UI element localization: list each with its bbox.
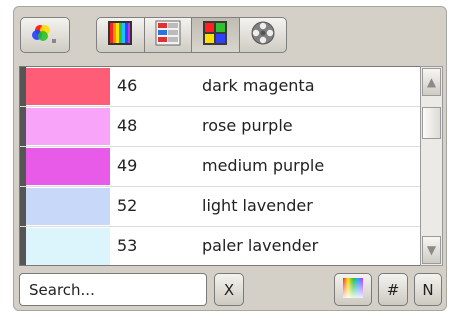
color-number: 48 — [117, 116, 138, 135]
color-bars-button[interactable] — [96, 17, 145, 53]
color-swatch — [26, 228, 110, 265]
color-spectrum-icon — [342, 277, 364, 303]
color-name: rose purple — [202, 116, 293, 135]
color-name: medium purple — [202, 156, 325, 175]
color-wheel-button[interactable] — [20, 17, 70, 53]
vertical-scrollbar[interactable]: ▲ ▼ — [420, 66, 443, 266]
name-mode-button[interactable]: N — [414, 273, 442, 306]
scroll-thumb[interactable] — [422, 107, 441, 139]
scroll-up-button[interactable]: ▲ — [422, 68, 441, 96]
scroll-down-button[interactable]: ▼ — [422, 236, 441, 264]
color-name: light lavender — [202, 196, 313, 215]
color-swatch — [26, 188, 110, 225]
color-swatch — [26, 148, 110, 185]
color-wheel-icon — [28, 19, 62, 51]
name-button-label: N — [422, 280, 434, 299]
color-number: 53 — [117, 236, 138, 255]
color-list-icon — [155, 20, 181, 50]
color-swatch — [26, 108, 110, 145]
color-grid-icon — [202, 20, 228, 50]
color-name: paler lavender — [202, 236, 319, 255]
color-number: 46 — [117, 76, 138, 95]
color-bars-icon — [107, 20, 133, 50]
list-item[interactable]: 48 rose purple — [20, 107, 420, 147]
palette-icon — [249, 20, 277, 50]
color-grid-button[interactable] — [191, 17, 240, 53]
color-number: 49 — [117, 156, 138, 175]
list-item[interactable]: 49 medium purple — [20, 147, 420, 187]
color-picker-panel: 46 dark magenta 48 rose purple 49 medium… — [13, 6, 447, 311]
list-item[interactable]: 46 dark magenta — [20, 67, 420, 107]
color-number: 52 — [117, 196, 138, 215]
color-swatch — [26, 68, 110, 105]
color-list: 46 dark magenta 48 rose purple 49 medium… — [19, 66, 421, 266]
search-input[interactable] — [19, 273, 207, 306]
hex-button-label: # — [386, 280, 400, 299]
arrow-up-icon: ▲ — [426, 75, 437, 89]
clear-button-label: X — [223, 280, 235, 299]
list-item[interactable]: 52 light lavender — [20, 187, 420, 227]
palette-button[interactable] — [238, 17, 287, 53]
arrow-down-icon: ▼ — [426, 243, 437, 257]
color-name: dark magenta — [202, 76, 315, 95]
list-item[interactable]: 53 paler lavender — [20, 227, 420, 265]
hex-mode-button[interactable]: # — [378, 273, 408, 306]
color-list-button[interactable] — [143, 17, 192, 53]
view-mode-group — [96, 17, 287, 53]
color-spectrum-button[interactable] — [334, 273, 372, 306]
clear-search-button[interactable]: X — [214, 273, 244, 306]
